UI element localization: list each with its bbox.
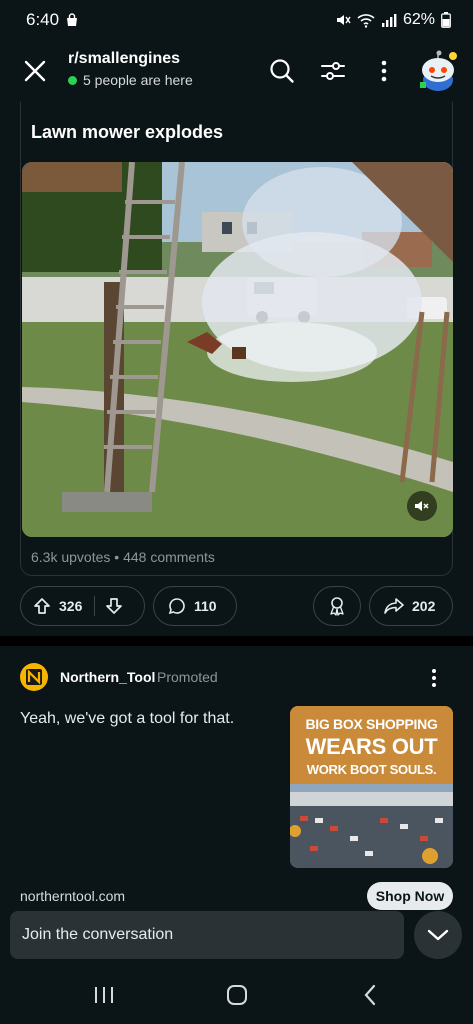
ad-headline: Yeah, we've got a tool for that. bbox=[20, 710, 235, 727]
online-dot bbox=[68, 75, 77, 85]
northern-tool-logo-icon bbox=[26, 669, 42, 685]
advertiser-name[interactable]: Northern_Tool bbox=[60, 669, 155, 685]
feed-separator bbox=[0, 636, 473, 646]
close-button[interactable] bbox=[20, 56, 50, 86]
mute-icon bbox=[415, 501, 429, 511]
promoted-label: Promoted bbox=[157, 669, 218, 685]
ad-image[interactable]: BIG BOX SHOPPING WEARS OUT WORK BOOT SOU… bbox=[290, 706, 453, 868]
subreddit-name[interactable]: r/smallengines bbox=[68, 50, 193, 68]
award-button[interactable] bbox=[313, 586, 361, 626]
more-vertical-icon bbox=[381, 60, 387, 82]
home-button[interactable] bbox=[217, 980, 257, 1010]
vote-control: 326 bbox=[20, 586, 145, 626]
wifi-icon bbox=[357, 14, 375, 28]
advertiser-logo[interactable] bbox=[20, 663, 48, 691]
user-avatar[interactable] bbox=[418, 50, 458, 94]
post-video[interactable] bbox=[22, 162, 453, 537]
more-options-button[interactable] bbox=[369, 56, 399, 86]
ad-domain[interactable]: northerntool.com bbox=[20, 888, 125, 904]
battery-icon bbox=[441, 12, 451, 28]
post-stats: 6.3k upvotes • 448 comments bbox=[31, 549, 215, 565]
status-time: 6:40 bbox=[26, 10, 60, 29]
ad-image-line3: WORK BOOT SOULS. bbox=[306, 762, 437, 777]
share-icon bbox=[384, 598, 404, 614]
upvote-icon[interactable] bbox=[33, 597, 51, 615]
more-vertical-icon bbox=[432, 669, 436, 687]
comments-button[interactable]: 110 bbox=[153, 586, 237, 626]
home-icon bbox=[227, 985, 247, 1005]
presence-indicator: 5 people are here bbox=[68, 72, 193, 88]
filter-button[interactable] bbox=[318, 56, 348, 86]
search-icon bbox=[270, 59, 294, 83]
vote-divider bbox=[94, 596, 96, 616]
shopping-bag-icon bbox=[67, 13, 78, 26]
signal-icon bbox=[381, 14, 397, 27]
recent-apps-icon bbox=[95, 987, 113, 1003]
scroll-down-button[interactable] bbox=[414, 911, 462, 959]
ad-image-line1: BIG BOX SHOPPING bbox=[305, 716, 438, 732]
mute-status-icon bbox=[336, 15, 351, 25]
post-actions: 326 110 202 bbox=[20, 586, 453, 626]
status-bar: 6:40 62% bbox=[0, 0, 473, 40]
comment-count: 110 bbox=[194, 598, 217, 614]
promoted-post[interactable]: Northern_Tool Promoted Yeah, we've got a… bbox=[0, 646, 473, 916]
post-title[interactable]: Lawn mower explodes bbox=[31, 122, 223, 143]
share-count: 202 bbox=[412, 598, 436, 614]
comment-icon bbox=[168, 598, 185, 615]
award-icon bbox=[330, 597, 344, 616]
subreddit-info[interactable]: r/smallengines 5 people are here bbox=[68, 50, 193, 88]
back-button[interactable] bbox=[350, 980, 390, 1010]
vote-count: 326 bbox=[59, 598, 83, 614]
meta-separator: • bbox=[114, 549, 124, 565]
battery-percent: 62% bbox=[402, 11, 435, 28]
system-nav-bar bbox=[0, 968, 473, 1024]
chevron-down-icon bbox=[427, 929, 449, 941]
ad-image-line2: WEARS OUT bbox=[305, 734, 438, 759]
shop-now-button[interactable]: Shop Now bbox=[367, 882, 453, 910]
comments-count: 448 comments bbox=[123, 549, 215, 565]
recent-apps-button[interactable] bbox=[84, 980, 124, 1010]
video-frame bbox=[22, 162, 453, 537]
ad-more-button[interactable] bbox=[424, 666, 444, 690]
presence-text: 5 people are here bbox=[83, 72, 193, 88]
back-icon bbox=[364, 984, 376, 1006]
filter-icon bbox=[321, 62, 345, 80]
upvotes-count: 6.3k upvotes bbox=[31, 549, 111, 565]
join-conversation-input[interactable]: Join the conversation bbox=[10, 911, 404, 959]
close-icon bbox=[24, 60, 46, 82]
subreddit-header: r/smallengines 5 people are here bbox=[0, 40, 473, 104]
downvote-icon[interactable] bbox=[105, 597, 123, 615]
share-button[interactable]: 202 bbox=[369, 586, 453, 626]
mute-button[interactable] bbox=[407, 491, 437, 521]
post-card[interactable]: Lawn mower explodes 6.3k upvotes • 448 c… bbox=[20, 102, 453, 576]
search-button[interactable] bbox=[267, 56, 297, 86]
